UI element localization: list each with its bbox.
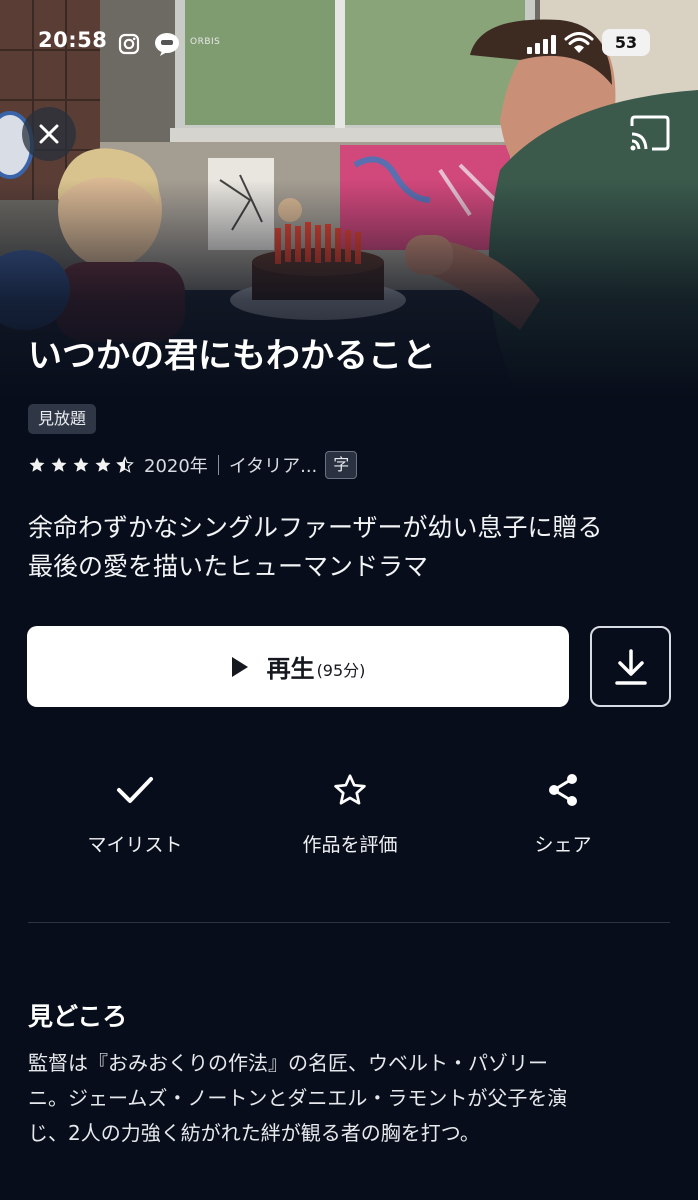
wifi-icon: [564, 32, 594, 53]
page-title: いつかの君にもわかること: [28, 336, 436, 376]
synopsis-line: 余命わずかなシングルファーザーが幼い息子に贈る: [28, 513, 603, 542]
star-outline-icon: [334, 774, 366, 805]
share-button[interactable]: シェア: [463, 768, 663, 858]
highlights-line: ニ。ジェームズ・ノートンとダニエル・ラモントが父子を演: [28, 1086, 568, 1110]
unlimited-badge: 見放題: [28, 404, 97, 434]
play-label: 再生: [266, 655, 315, 683]
star-full-icon: [95, 457, 111, 472]
mylist-label: マイリスト: [87, 834, 183, 856]
star-half-icon: [116, 456, 134, 473]
download-icon: [614, 648, 647, 685]
rate-label: 作品を評価: [302, 834, 398, 856]
play-icon: [231, 656, 248, 677]
mylist-button[interactable]: マイリスト: [35, 768, 235, 858]
status-time: 20:58: [38, 28, 108, 52]
highlights-line: じ、2人の力強く紡がれた絆が観る者の胸を打つ。: [28, 1121, 480, 1145]
country: イタリア...: [228, 456, 318, 477]
star-full-icon: [51, 457, 67, 472]
cast-icon[interactable]: [628, 114, 672, 152]
meta-divider: [217, 455, 219, 475]
highlights-title: 見どころ: [28, 1002, 128, 1031]
download-button[interactable]: [590, 626, 671, 707]
synopsis: 余命わずかなシングルファーザーが幼い息子に贈る 最後の愛を描いたヒューマンドラマ: [28, 508, 678, 586]
meta-row: 2020年 イタリア... 字: [28, 451, 358, 479]
battery-icon: 53: [602, 29, 650, 56]
signal-icon: [527, 35, 556, 54]
play-button[interactable]: 再生 (95分): [27, 626, 569, 707]
synopsis-line: 最後の愛を描いたヒューマンドラマ: [28, 552, 429, 581]
check-icon: [117, 777, 153, 803]
status-brand-label: ORBIS: [190, 37, 221, 47]
close-icon: [39, 124, 59, 144]
highlights-body: 監督は『おみおくりの作法』の名匠、ウベルト・パゾリー ニ。ジェームズ・ノートンと…: [28, 1046, 670, 1151]
share-label: シェア: [534, 834, 592, 856]
star-full-icon: [73, 457, 89, 472]
highlights-line: 監督は『おみおくりの作法』の名匠、ウベルト・パゾリー: [28, 1051, 548, 1075]
star-full-icon: [29, 457, 45, 472]
close-button[interactable]: [22, 107, 76, 161]
release-year: 2020年: [144, 456, 208, 477]
line-app-icon: [155, 33, 179, 56]
status-bar: 20:58 ORBIS 53: [0, 0, 698, 86]
instagram-icon: [118, 33, 140, 55]
section-divider: [28, 922, 670, 923]
share-icon: [549, 774, 577, 806]
subtitle-badge: 字: [325, 451, 358, 479]
play-duration: (95分): [316, 660, 366, 680]
rate-button[interactable]: 作品を評価: [250, 768, 450, 858]
rating-stars: [28, 456, 134, 474]
